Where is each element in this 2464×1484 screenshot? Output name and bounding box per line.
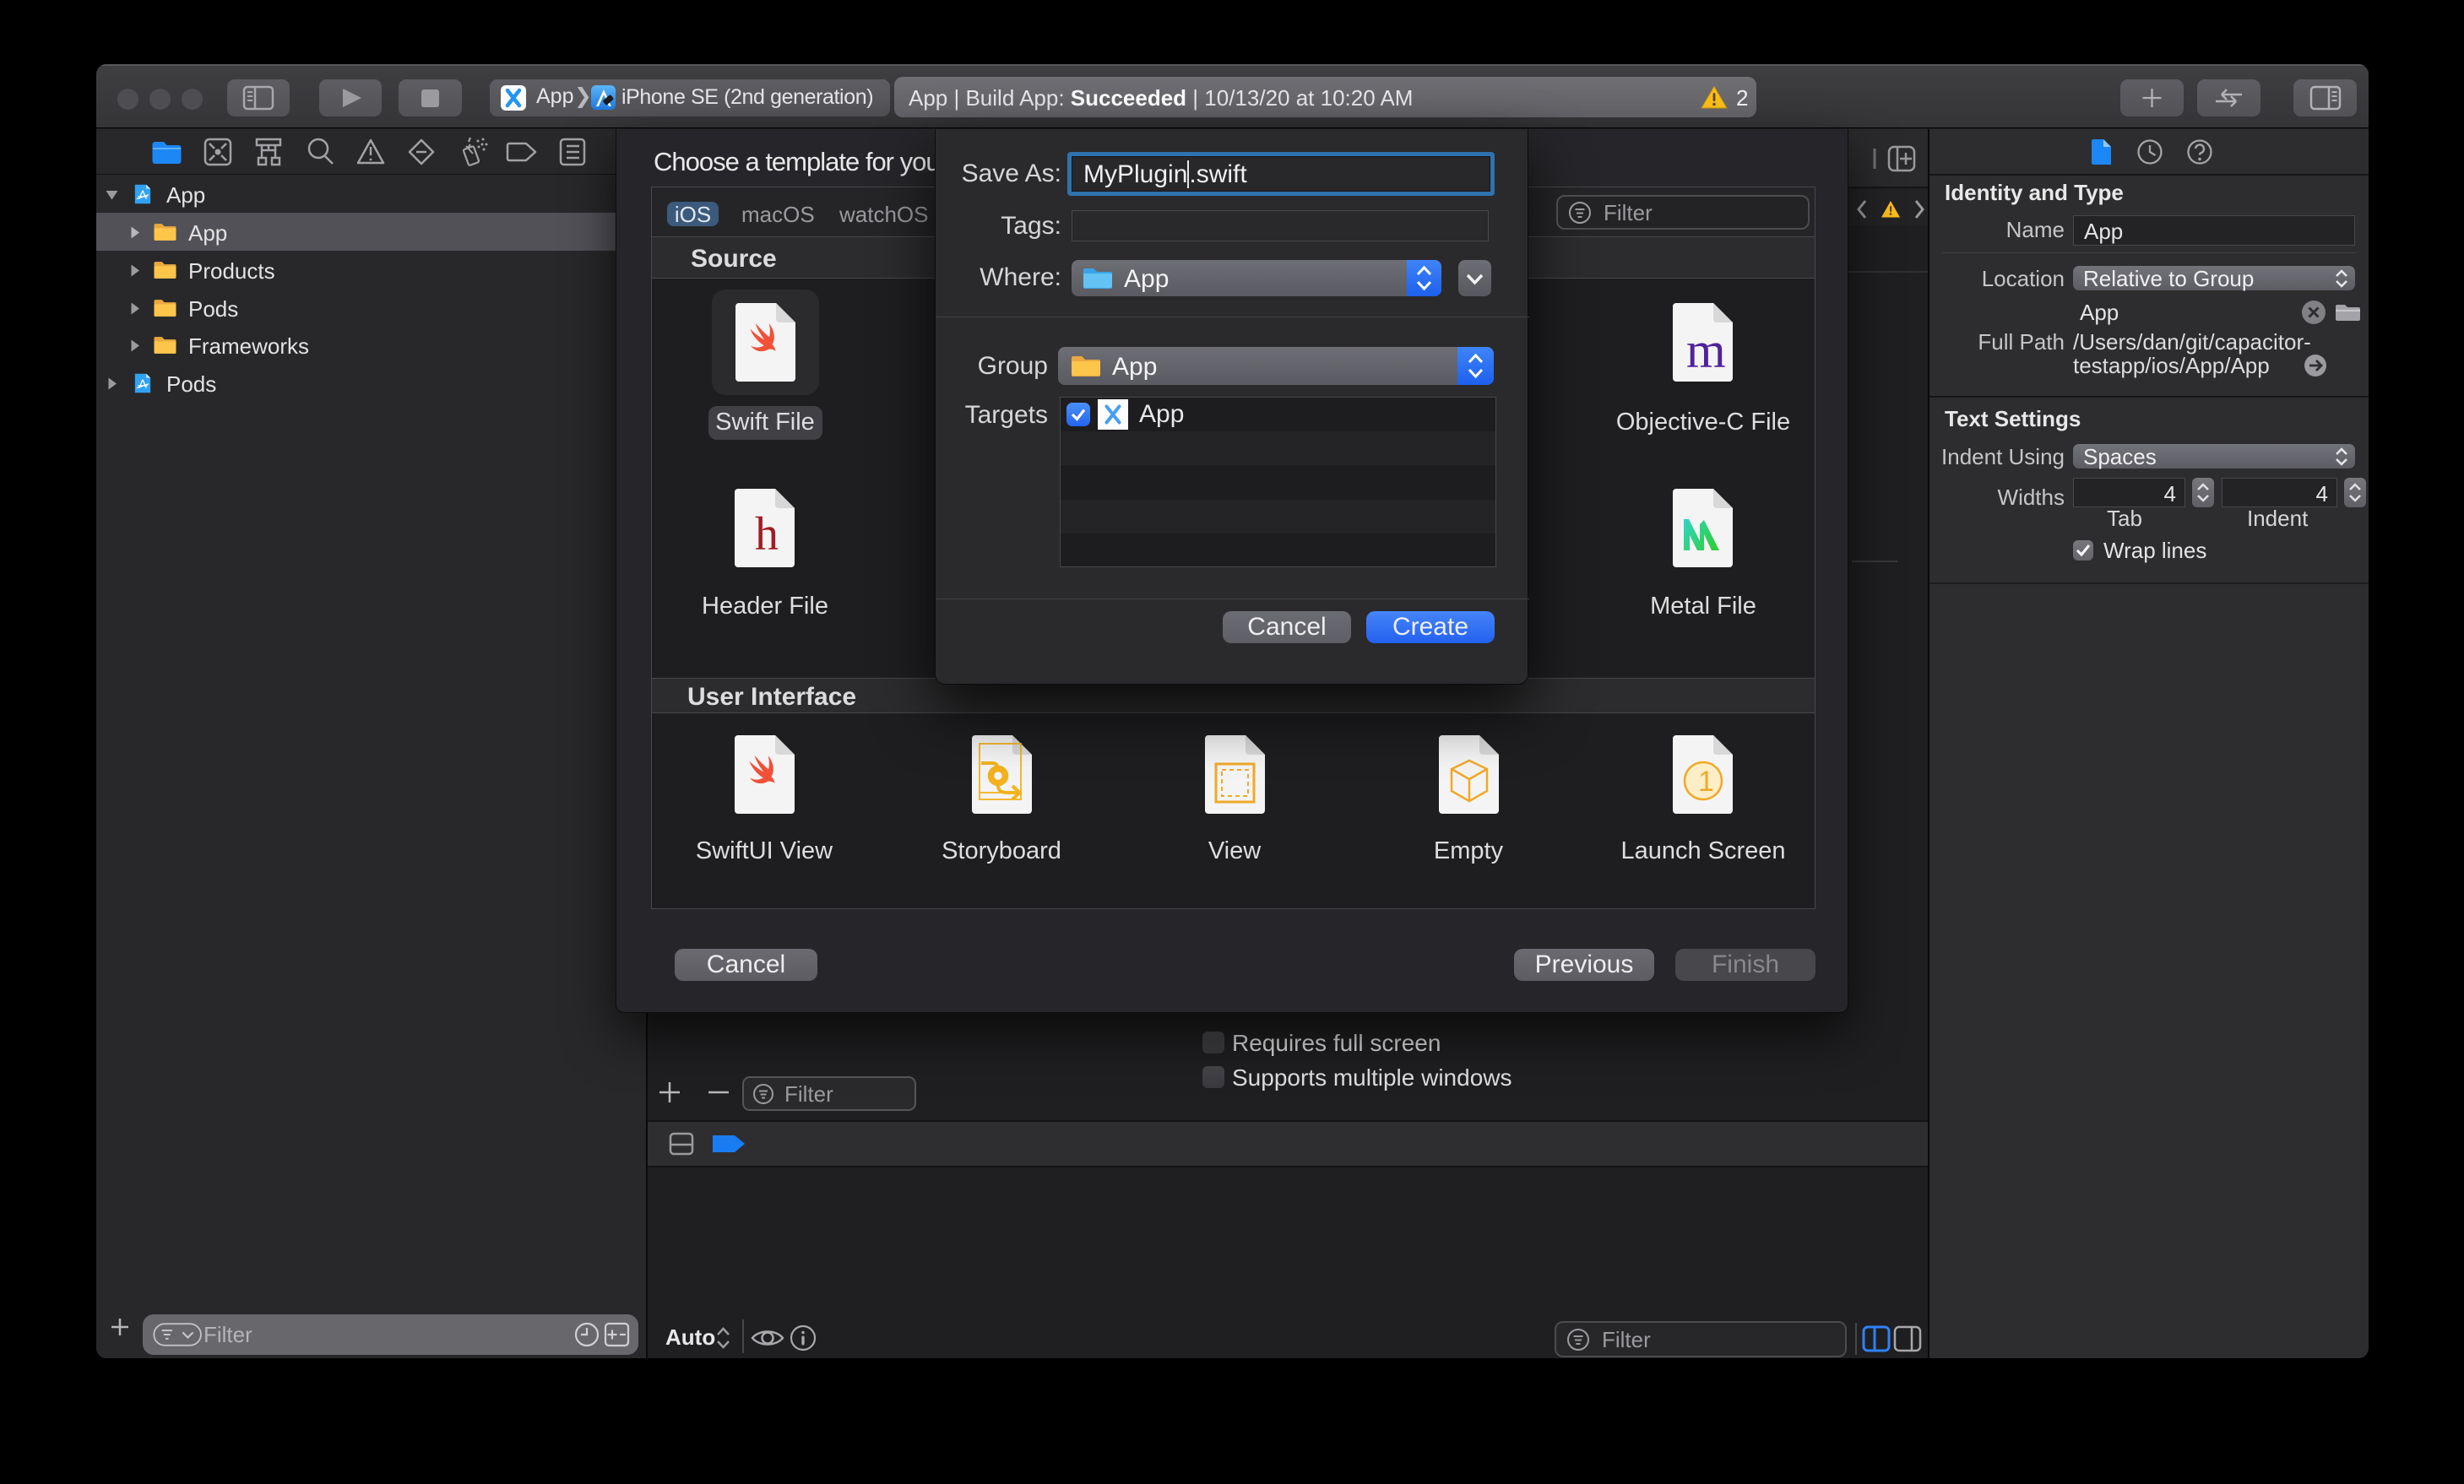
svg-text:1: 1 bbox=[1698, 766, 1714, 798]
svg-text:m: m bbox=[1686, 322, 1726, 378]
svg-text:h: h bbox=[755, 508, 779, 561]
